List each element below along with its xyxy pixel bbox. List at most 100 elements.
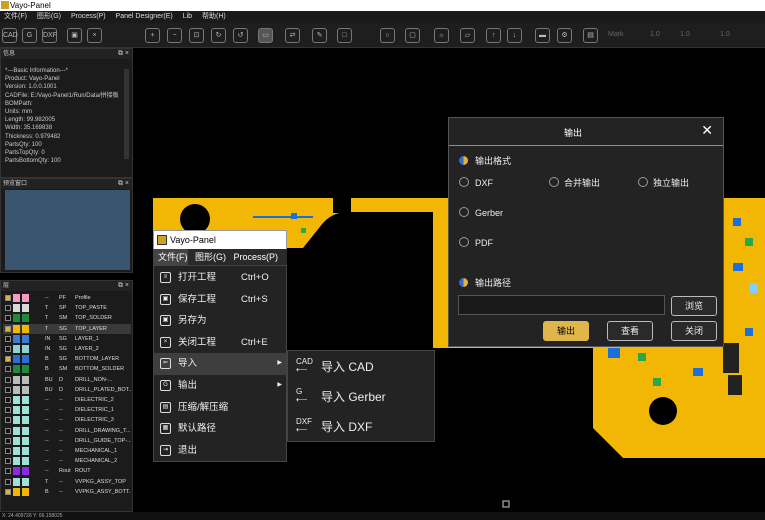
close-project-icon[interactable]: ×	[87, 28, 102, 43]
rotate-icon[interactable]: ↺	[233, 28, 248, 43]
layer-color-swatch[interactable]	[22, 447, 29, 455]
browse-button[interactable]: 浏览	[671, 296, 717, 316]
layer-row[interactable]: B SM BOTTOM_SOLDER	[3, 364, 131, 374]
layer-color-swatch[interactable]	[13, 406, 20, 415]
radio-gerber[interactable]	[459, 207, 469, 217]
layer-color-swatch[interactable]	[22, 487, 29, 496]
layer-visibility-checkbox[interactable]	[5, 468, 11, 475]
layer-color-swatch[interactable]	[22, 334, 29, 343]
layer-row[interactable]: T -- VVPKG_ASSY_TOP	[3, 477, 131, 487]
layer-visibility-checkbox[interactable]	[5, 356, 11, 363]
refresh-icon[interactable]: ↻	[211, 28, 226, 43]
layer-visibility-checkbox[interactable]	[5, 437, 11, 444]
zoom-in-icon[interactable]: +	[145, 28, 160, 43]
preview-image[interactable]	[5, 190, 130, 270]
layer-row[interactable]: -- -- DRILL_GUIDE_TOP-...	[3, 436, 131, 446]
layer-color-swatch[interactable]	[22, 396, 29, 404]
layer-color-swatch[interactable]	[13, 396, 20, 404]
layer-color-swatch[interactable]	[13, 294, 20, 302]
panel-icon[interactable]: ▬	[535, 28, 550, 43]
layer-color-swatch[interactable]	[13, 304, 20, 313]
param-1[interactable]: 1.0	[650, 31, 660, 38]
option-merge-label[interactable]: 合并输出	[564, 178, 600, 188]
import-cad-icon[interactable]: CAD	[2, 28, 18, 43]
export-button[interactable]: 输出	[543, 321, 589, 341]
panel-close-icon[interactable]: ⧉ ×	[118, 281, 129, 291]
menu-help[interactable]: 帮助(H)	[198, 11, 230, 23]
import-submenu-item[interactable]: DXF ⟵ 导入 DXF	[288, 412, 434, 442]
file-menu-item[interactable]: ▤ 压缩/解压缩	[154, 397, 286, 419]
layer-color-swatch[interactable]	[22, 294, 29, 302]
layer-icon[interactable]: ▤	[583, 28, 598, 43]
menu-graphics[interactable]: 图形(G)	[33, 11, 65, 23]
layer-color-swatch[interactable]	[13, 436, 20, 445]
option-pdf-label[interactable]: PDF	[475, 238, 493, 248]
layer-visibility-checkbox[interactable]	[5, 366, 11, 373]
ruler-icon[interactable]: ▱	[460, 28, 475, 43]
layer-color-swatch[interactable]	[22, 426, 29, 435]
layer-color-swatch[interactable]	[13, 324, 20, 333]
layer-row[interactable]: T SM TOP_SOLDER	[3, 313, 131, 323]
layer-visibility-checkbox[interactable]	[5, 458, 11, 465]
menu-process[interactable]: Process(P)	[229, 249, 279, 265]
radio-pdf[interactable]	[459, 237, 469, 247]
layer-visibility-checkbox[interactable]	[5, 315, 11, 322]
edit-icon[interactable]: ✎	[312, 28, 327, 43]
layer-row[interactable]: T SG TOP_LAYER	[3, 323, 131, 334]
layer-visibility-checkbox[interactable]	[5, 407, 11, 414]
layer-row[interactable]: -- -- MECHANICAL_2	[3, 456, 131, 466]
circle-icon[interactable]: ○	[380, 28, 395, 43]
layer-color-swatch[interactable]	[13, 345, 20, 353]
layer-color-swatch[interactable]	[22, 324, 29, 333]
layer-color-swatch[interactable]	[22, 314, 29, 323]
arrow-down-icon[interactable]: ↓	[507, 28, 522, 43]
panel-close-icon[interactable]: ⧉ ×	[118, 49, 129, 59]
layer-visibility-checkbox[interactable]	[5, 335, 11, 342]
import-dxf-icon[interactable]: DXF	[42, 28, 57, 43]
file-menu-item[interactable]: ▦ 默认路径	[154, 418, 286, 440]
param-2[interactable]: 1.0	[680, 31, 690, 38]
close-button[interactable]: 关闭	[671, 321, 717, 341]
file-menu-item[interactable]: × 关闭工程 Ctrl+E	[154, 332, 286, 354]
layer-color-swatch[interactable]	[22, 355, 29, 364]
save-icon[interactable]: ▣	[67, 28, 82, 43]
layer-color-swatch[interactable]	[13, 355, 20, 364]
layer-color-swatch[interactable]	[22, 416, 29, 425]
menu-graphics[interactable]: 图形(G)	[190, 249, 226, 265]
layer-visibility-checkbox[interactable]	[5, 488, 11, 495]
option-dxf-label[interactable]: DXF	[475, 178, 493, 188]
layer-visibility-checkbox[interactable]	[5, 386, 11, 393]
layer-color-swatch[interactable]	[22, 365, 29, 374]
layer-color-swatch[interactable]	[13, 457, 20, 466]
layer-color-swatch[interactable]	[13, 467, 20, 476]
param-3[interactable]: 1.0	[720, 31, 730, 38]
file-menu-item[interactable]: ⇐ 导入 ▶	[154, 353, 286, 375]
layer-visibility-checkbox[interactable]	[5, 295, 11, 301]
layer-visibility-checkbox[interactable]	[5, 397, 11, 403]
layer-visibility-checkbox[interactable]	[5, 427, 11, 434]
zoom-out-icon[interactable]: −	[167, 28, 182, 43]
info-scrollbar[interactable]	[124, 69, 129, 159]
layer-row[interactable]: -- -- DIELECTRIC_1	[3, 405, 131, 415]
layer-visibility-checkbox[interactable]	[5, 346, 11, 352]
layer-row[interactable]: IN SG LAYER_2	[3, 344, 131, 354]
file-menu-item[interactable]: ≡ 打开工程 Ctrl+O	[154, 267, 286, 289]
layer-color-swatch[interactable]	[13, 426, 20, 435]
option-gerber-label[interactable]: Gerber	[475, 208, 503, 218]
output-path-input[interactable]	[458, 295, 665, 315]
view-button[interactable]: 查看	[607, 321, 653, 341]
layer-color-swatch[interactable]	[22, 467, 29, 476]
layer-color-swatch[interactable]	[13, 487, 20, 496]
layer-row[interactable]: -- PF Profile	[3, 293, 131, 303]
layer-color-swatch[interactable]	[22, 477, 29, 486]
layer-color-swatch[interactable]	[22, 436, 29, 445]
mark-label[interactable]: Mark	[608, 31, 624, 38]
layer-color-swatch[interactable]	[13, 416, 20, 425]
menu-lib[interactable]: Lib	[179, 11, 196, 23]
layer-color-swatch[interactable]	[13, 477, 20, 486]
radio-separate[interactable]	[638, 177, 648, 187]
menu-file[interactable]: 文件(F)	[0, 11, 31, 23]
option-separate-label[interactable]: 独立输出	[653, 178, 689, 188]
layer-visibility-checkbox[interactable]	[5, 448, 11, 454]
layer-color-swatch[interactable]	[13, 375, 20, 384]
